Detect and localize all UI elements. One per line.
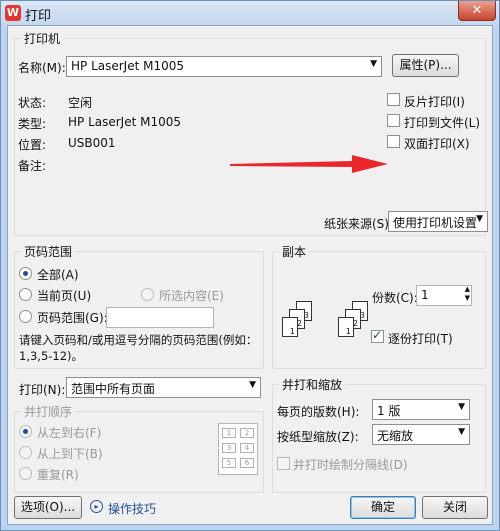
print-dialog: W 打印 ✕ 打印机 名称(M): HP LaserJet M1005 ▼ 属性…: [0, 0, 500, 531]
grid-cell: 1: [222, 428, 236, 438]
order-ttb-radio[interactable]: [19, 446, 32, 459]
per-sheet-value: 1 版: [377, 404, 401, 418]
options-button[interactable]: 选项(O)...: [14, 496, 82, 519]
spin-arrows-icon[interactable]: ▲ ▼: [465, 285, 470, 303]
order-preview-icon: 1 2 3 4 5 6: [218, 423, 258, 475]
wps-app-icon: W: [5, 5, 21, 21]
comment-label: 备注:: [18, 159, 47, 173]
order-repeat-label: 重复(R): [37, 468, 79, 482]
type-value: HP LaserJet M1005: [68, 115, 182, 129]
per-sheet-select[interactable]: 1 版 ▼: [372, 399, 470, 420]
status-value: 空闲: [68, 96, 93, 110]
draw-borders-label: 并打时绘制分隔线(D): [293, 458, 408, 472]
close-dialog-button[interactable]: 关闭: [422, 496, 488, 519]
printer-name-value: HP LaserJet M1005: [71, 59, 185, 73]
scale-label: 按纸型缩放(Z):: [277, 430, 359, 444]
chevron-down-icon: ▼: [249, 380, 256, 390]
range-selection-radio[interactable]: [141, 288, 154, 301]
tips-link[interactable]: 操作技巧: [108, 500, 156, 517]
reverse-print-label: 反片打印(I): [404, 95, 465, 109]
grid-cell: 3: [222, 443, 236, 453]
window-title: 打印: [25, 9, 52, 24]
copies-count-value: 1: [421, 288, 429, 302]
duplex-print-label: 双面打印(X): [404, 137, 470, 151]
range-pages-radio[interactable]: [19, 310, 32, 323]
range-selection-label: 所选内容(E): [159, 289, 224, 303]
page-range-hint-2: 1,3,5-12)。: [19, 349, 84, 363]
properties-button[interactable]: 属性(P)...: [392, 54, 459, 77]
page-icon: 1: [338, 317, 354, 337]
order-repeat-radio[interactable]: [19, 467, 32, 480]
page-range-hint-1: 请键入页码和/或用逗号分隔的页码范围(例如：: [19, 333, 258, 347]
chevron-down-icon: ▼: [370, 59, 377, 69]
reverse-print-checkbox[interactable]: [387, 93, 400, 106]
range-all-radio[interactable]: [19, 267, 32, 280]
close-button[interactable]: ✕: [458, 1, 496, 21]
copies-count-label: 份数(C):: [372, 291, 418, 305]
location-value: USB001: [68, 136, 116, 150]
scale-value: 无缩放: [377, 429, 414, 443]
print-to-file-checkbox[interactable]: [387, 114, 400, 127]
grid-cell: 5: [222, 458, 236, 468]
copies-group-title: 副本: [279, 243, 310, 260]
chevron-down-icon: ▼: [458, 402, 465, 412]
printer-name-select[interactable]: HP LaserJet M1005 ▼: [66, 56, 382, 77]
order-ttb-label: 从上到下(B): [37, 447, 103, 461]
paper-source-select[interactable]: 使用打印机设置 ▼: [388, 211, 488, 232]
status-label: 状态:: [18, 96, 47, 110]
print-what-label: 打印(N):: [19, 383, 66, 397]
print-what-select[interactable]: 范围中所有页面 ▼: [66, 377, 261, 398]
ok-button[interactable]: 确定: [350, 496, 416, 519]
title-bar: W 打印 ✕: [1, 1, 499, 25]
chevron-down-icon: ▼: [458, 427, 465, 437]
per-sheet-label: 每页的版数(H):: [277, 405, 360, 419]
printer-name-label: 名称(M):: [18, 61, 66, 75]
zoom-group-title: 并打和缩放: [279, 376, 346, 393]
annotation-arrow-icon: [230, 155, 388, 173]
printer-group-title: 打印机: [21, 30, 64, 47]
scale-select[interactable]: 无缩放 ▼: [372, 424, 470, 445]
print-to-file-label: 打印到文件(L): [404, 116, 481, 130]
chevron-down-icon: ▼: [476, 214, 483, 224]
print-what-value: 范围中所有页面: [71, 382, 156, 396]
order-ltr-radio[interactable]: [19, 425, 32, 438]
grid-cell: 4: [240, 443, 254, 453]
page-icon: 1: [282, 317, 298, 337]
page-range-group-title: 页码范围: [21, 243, 76, 260]
print-order-group-title: 并打顺序: [21, 403, 76, 420]
copies-count-input[interactable]: 1 ▲ ▼: [416, 285, 472, 306]
collate-label: 逐份打印(T): [388, 332, 453, 346]
grid-cell: 2: [240, 428, 254, 438]
paper-source-label: 纸张来源(S):: [324, 217, 394, 231]
range-current-radio[interactable]: [19, 288, 32, 301]
range-current-label: 当前页(U): [37, 289, 92, 303]
location-label: 位置:: [18, 138, 47, 152]
type-label: 类型:: [18, 117, 47, 131]
range-all-label: 全部(A): [37, 268, 79, 282]
order-ltr-label: 从左到右(F): [37, 426, 102, 440]
range-pages-label: 页码范围(G):: [37, 311, 108, 325]
tips-icon: ▸: [90, 500, 103, 513]
collate-checkbox[interactable]: [371, 328, 384, 343]
paper-source-value: 使用打印机设置: [393, 216, 478, 230]
duplex-print-checkbox[interactable]: [387, 135, 400, 148]
dialog-body: 打印机 名称(M): HP LaserJet M1005 ▼ 属性(P)... …: [7, 25, 493, 525]
grid-cell: 6: [240, 458, 254, 468]
draw-borders-checkbox[interactable]: [277, 457, 290, 470]
page-range-input[interactable]: [106, 307, 214, 328]
